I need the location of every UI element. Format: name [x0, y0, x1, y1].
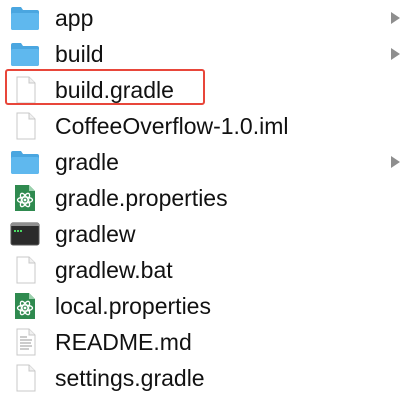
document-icon: [10, 112, 40, 140]
file-name: CoffeeOverflow-1.0.iml: [55, 113, 289, 139]
list-item-coffeeoverflow-iml[interactable]: CoffeeOverflow-1.0.iml: [0, 108, 406, 144]
list-item-local-properties[interactable]: local.properties: [0, 288, 406, 324]
list-item-gradle[interactable]: gradle: [0, 144, 406, 180]
folder-icon: [10, 40, 40, 68]
file-name: settings.gradle: [55, 365, 205, 391]
chevron-right-icon[interactable]: [388, 155, 402, 169]
file-name: gradlew: [55, 221, 136, 247]
file-name: gradlew.bat: [55, 257, 173, 283]
document-icon: [10, 364, 40, 392]
atom-icon: [10, 292, 40, 320]
file-list: app build build.gradle CoffeeOverflow-1.…: [0, 0, 406, 404]
document-icon: [10, 256, 40, 284]
list-item-gradlew-bat[interactable]: gradlew.bat: [0, 252, 406, 288]
folder-icon: [10, 148, 40, 176]
terminal-icon: [10, 220, 40, 248]
list-item-settings-gradle[interactable]: settings.gradle: [0, 360, 406, 396]
list-item-app[interactable]: app: [0, 0, 406, 36]
list-item-build[interactable]: build: [0, 36, 406, 72]
list-item-gradlew[interactable]: gradlew: [0, 216, 406, 252]
chevron-right-icon[interactable]: [388, 11, 402, 25]
file-name: gradle.properties: [55, 185, 228, 211]
file-name: gradle: [55, 149, 119, 175]
chevron-right-icon[interactable]: [388, 47, 402, 61]
text-document-icon: [10, 328, 40, 356]
file-name: app: [55, 5, 94, 31]
atom-icon: [10, 184, 40, 212]
highlight-box: [5, 69, 205, 105]
file-name: build: [55, 41, 104, 67]
list-item-gradle-properties[interactable]: gradle.properties: [0, 180, 406, 216]
file-name: local.properties: [55, 293, 211, 319]
list-item-readme-md[interactable]: README.md: [0, 324, 406, 360]
folder-icon: [10, 4, 40, 32]
file-name: README.md: [55, 329, 192, 355]
